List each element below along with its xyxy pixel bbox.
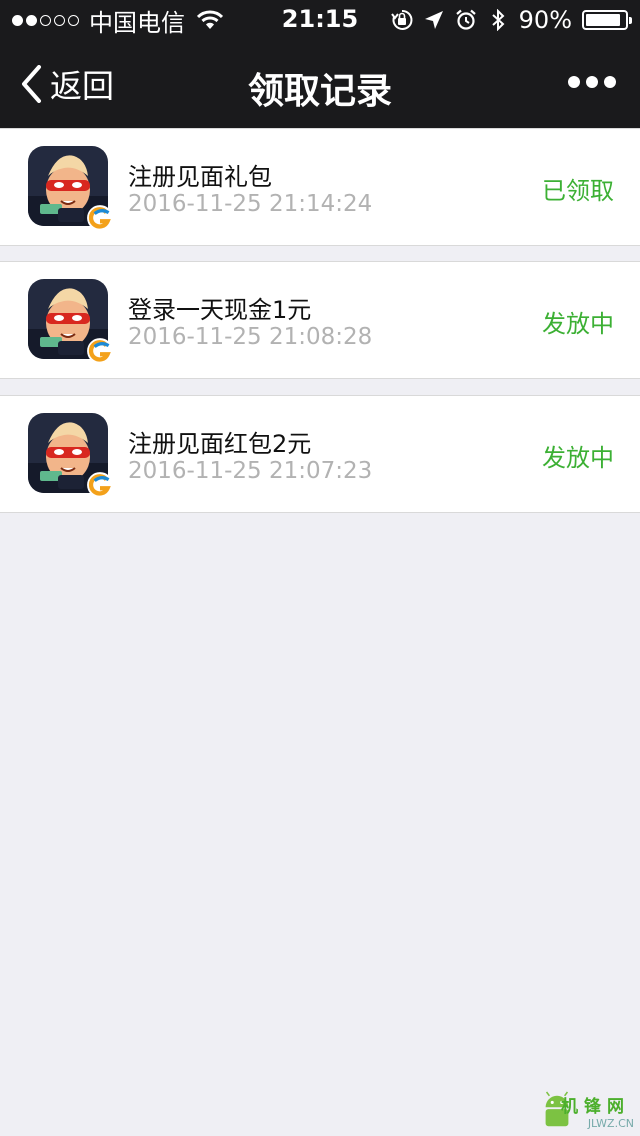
battery-icon [582, 10, 632, 30]
status-right: 90% [390, 6, 632, 34]
bluetooth-icon [491, 9, 505, 31]
app-icon [28, 146, 113, 231]
app-icon [28, 413, 113, 498]
location-icon [424, 11, 443, 29]
record-title: 注册见面红包2元 [128, 430, 312, 458]
record-item[interactable]: 登录一天现金1元 2016-11-25 21:08:28 发放中 [0, 261, 640, 379]
alarm-icon [455, 9, 476, 30]
record-status: 发放中 [542, 444, 614, 472]
battery-percent: 90% [518, 6, 572, 34]
record-title: 登录一天现金1元 [128, 296, 312, 324]
tencent-badge-icon [87, 205, 113, 231]
more-options-button[interactable] [568, 76, 616, 88]
orientation-lock-icon [390, 9, 413, 30]
status-bar: 中国电信 21:15 90% [0, 0, 640, 40]
record-status: 发放中 [542, 310, 614, 338]
tencent-badge-icon [87, 338, 113, 364]
more-dot [604, 76, 616, 88]
navigation-bar: 返回 领取记录 [0, 40, 640, 128]
watermark-url: JLWZ.CN [587, 1117, 634, 1130]
more-dot [586, 76, 598, 88]
screen: 中国电信 21:15 90% 返回 领取记录 注册见面礼包 2016-11-25… [0, 0, 640, 1136]
battery-level [586, 14, 621, 26]
record-status: 已领取 [542, 177, 614, 205]
record-item[interactable]: 注册见面礼包 2016-11-25 21:14:24 已领取 [0, 128, 640, 246]
watermark-text: 机锋网 [561, 1097, 630, 1117]
app-icon [28, 279, 113, 364]
record-time: 2016-11-25 21:07:23 [128, 458, 373, 484]
tencent-badge-icon [87, 472, 113, 498]
record-title: 注册见面礼包 [128, 163, 272, 191]
record-time: 2016-11-25 21:14:24 [128, 191, 373, 217]
page-title: 领取记录 [247, 71, 392, 112]
record-time: 2016-11-25 21:08:28 [128, 324, 373, 350]
more-dot [568, 76, 580, 88]
record-item[interactable]: 注册见面红包2元 2016-11-25 21:07:23 发放中 [0, 395, 640, 513]
watermark-logo: 机锋网 JLWZ.CN [538, 1090, 638, 1134]
